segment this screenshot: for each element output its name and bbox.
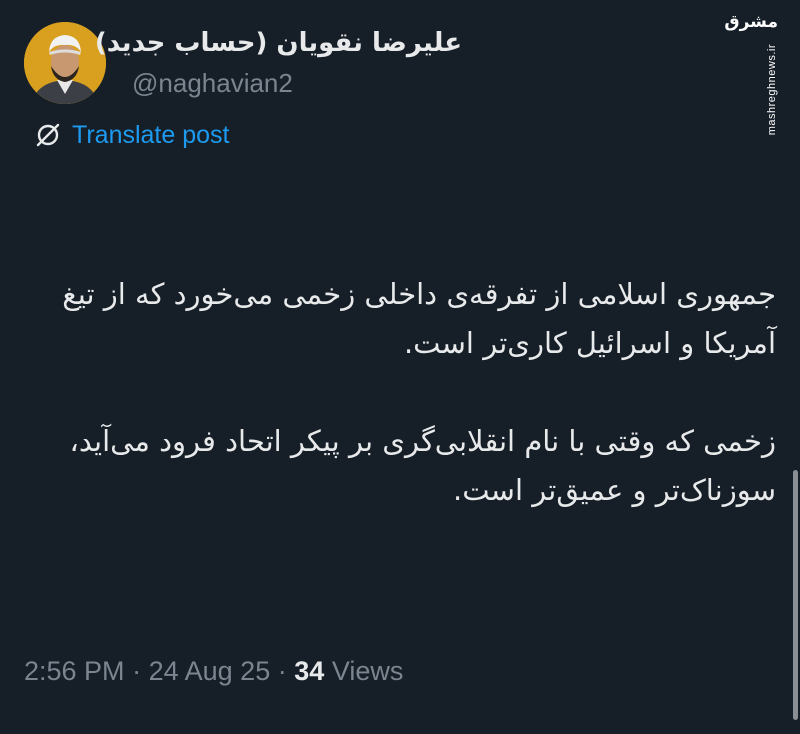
- globe-slash-icon: [36, 123, 60, 147]
- translate-post-button[interactable]: Translate post: [34, 117, 229, 153]
- watermark-site: mashreghnews.ir: [766, 44, 778, 136]
- tweet-paragraph: زخمی که وقتی با نام انقلابی‌گری بر پیکر …: [69, 424, 776, 507]
- tweet-time[interactable]: 2:56 PM: [24, 656, 125, 686]
- watermark-logo: مشرق: [724, 12, 778, 32]
- author-display-name[interactable]: علیرضا نقویان (حساب جدید): [95, 24, 462, 62]
- views-label: Views: [331, 656, 404, 686]
- tweet-text: جمهوری اسلامی از تفرقه‌ی داخلی زخمی می‌خ…: [40, 270, 776, 515]
- tweet-paragraph: جمهوری اسلامی از تفرقه‌ی داخلی زخمی می‌خ…: [62, 277, 776, 360]
- tweet-date[interactable]: 24 Aug 25: [149, 656, 271, 686]
- meta-separator: ·: [277, 656, 287, 686]
- author-handle[interactable]: @naghavian2: [132, 64, 293, 102]
- tweet-meta: 2:56 PM · 24 Aug 25 · 34 Views: [24, 651, 403, 691]
- scrollbar[interactable]: [793, 470, 798, 720]
- meta-separator: ·: [132, 656, 142, 686]
- views-count: 34: [294, 656, 325, 686]
- translate-post-label: Translate post: [72, 120, 230, 149]
- watermark: مشرق mashreghnews.ir: [724, 12, 784, 135]
- avatar[interactable]: [24, 22, 106, 104]
